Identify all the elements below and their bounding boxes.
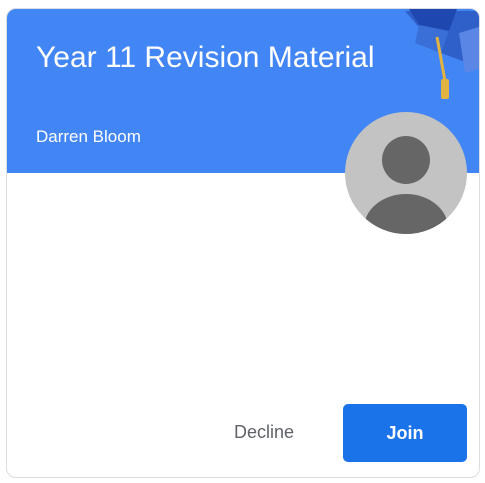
teacher-name: Darren Bloom: [36, 127, 141, 146]
class-invitation-card: Year 11 Revision Material Darren Bloom D…: [6, 8, 480, 478]
default-user-avatar-icon: [364, 136, 448, 234]
invitation-actions: Decline Join: [7, 402, 479, 462]
teacher-avatar: [345, 112, 467, 234]
join-button[interactable]: Join: [343, 404, 467, 462]
decline-button[interactable]: Decline: [209, 410, 319, 454]
class-title[interactable]: Year 11 Revision Material: [36, 41, 375, 75]
